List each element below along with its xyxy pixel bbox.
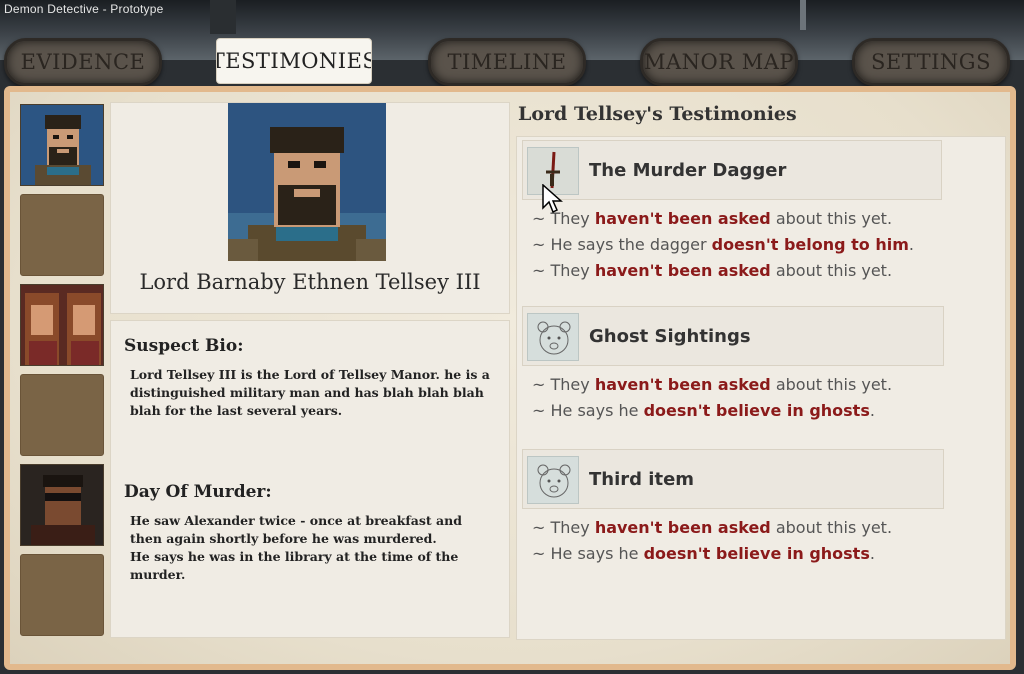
- testimony-line: ~ They haven't been asked about this yet…: [532, 375, 893, 394]
- bio-heading: Suspect Bio:: [124, 336, 244, 356]
- testimony-line: ~ They haven't been asked about this yet…: [532, 261, 893, 280]
- tellsey-portrait-icon: [21, 105, 103, 185]
- tab-evidence[interactable]: EVIDENCE: [4, 38, 162, 86]
- testimony-line: ~ He says the dagger doesn't belong to h…: [532, 235, 914, 254]
- suspect-portrait: [228, 103, 386, 261]
- tab-settings[interactable]: SETTINGS: [852, 38, 1010, 86]
- suspect-thumb-twins[interactable]: [20, 284, 104, 366]
- tab-timeline[interactable]: TIMELINE: [428, 38, 586, 86]
- tab-testimonies[interactable]: TESTIMONIES: [216, 38, 372, 84]
- tellsey-large-portrait-icon: [228, 103, 386, 261]
- testimony-line: ~ He says he doesn't believe in ghosts.: [532, 401, 875, 420]
- suspect-thumb-hooded[interactable]: [20, 464, 104, 546]
- testimony-item-ghost-sightings[interactable]: Ghost Sightings: [522, 306, 944, 366]
- window-title: Demon Detective - Prototype: [4, 2, 164, 16]
- twins-portrait-icon: [21, 285, 103, 365]
- suspect-slot-empty[interactable]: [20, 554, 104, 636]
- testimonies-title: Lord Tellsey's Testimonies: [518, 103, 797, 125]
- scene-beam: [800, 0, 806, 30]
- bio-text: Lord Tellsey III is the Lord of Tellsey …: [130, 367, 490, 418]
- ghost-sketch-icon: [527, 313, 579, 361]
- scene-beam: [210, 0, 236, 34]
- testimony-line: ~ They haven't been asked about this yet…: [532, 518, 893, 537]
- suspect-thumb-tellsey[interactable]: [20, 104, 104, 186]
- testimony-line: ~ They haven't been asked about this yet…: [532, 209, 893, 228]
- hooded-portrait-icon: [21, 465, 103, 545]
- testimony-item-title: Ghost Sightings: [589, 325, 751, 347]
- tab-manor-map[interactable]: MANOR MAP: [640, 38, 798, 86]
- suspect-slot-empty[interactable]: [20, 374, 104, 456]
- day-of-murder-line: He saw Alexander twice - once at breakfa…: [130, 513, 462, 546]
- suspect-slot-empty[interactable]: [20, 194, 104, 276]
- testimony-item-dagger[interactable]: The Murder Dagger: [522, 140, 942, 200]
- testimony-line: ~ He says he doesn't believe in ghosts.: [532, 544, 875, 563]
- suspect-name: Lord Barnaby Ethnen Tellsey III: [139, 270, 481, 294]
- day-of-murder-text: He saw Alexander twice - once at breakfa…: [130, 512, 490, 584]
- ghost-sketch-icon: [527, 456, 579, 504]
- testimony-item-title: Third item: [589, 468, 695, 490]
- day-of-murder-line: He says he was in the library at the tim…: [130, 549, 459, 582]
- mouse-cursor-icon: [542, 184, 563, 214]
- day-of-murder-heading: Day Of Murder:: [124, 482, 272, 502]
- testimony-item-title: The Murder Dagger: [589, 159, 787, 181]
- testimony-item-third[interactable]: Third item: [522, 449, 944, 509]
